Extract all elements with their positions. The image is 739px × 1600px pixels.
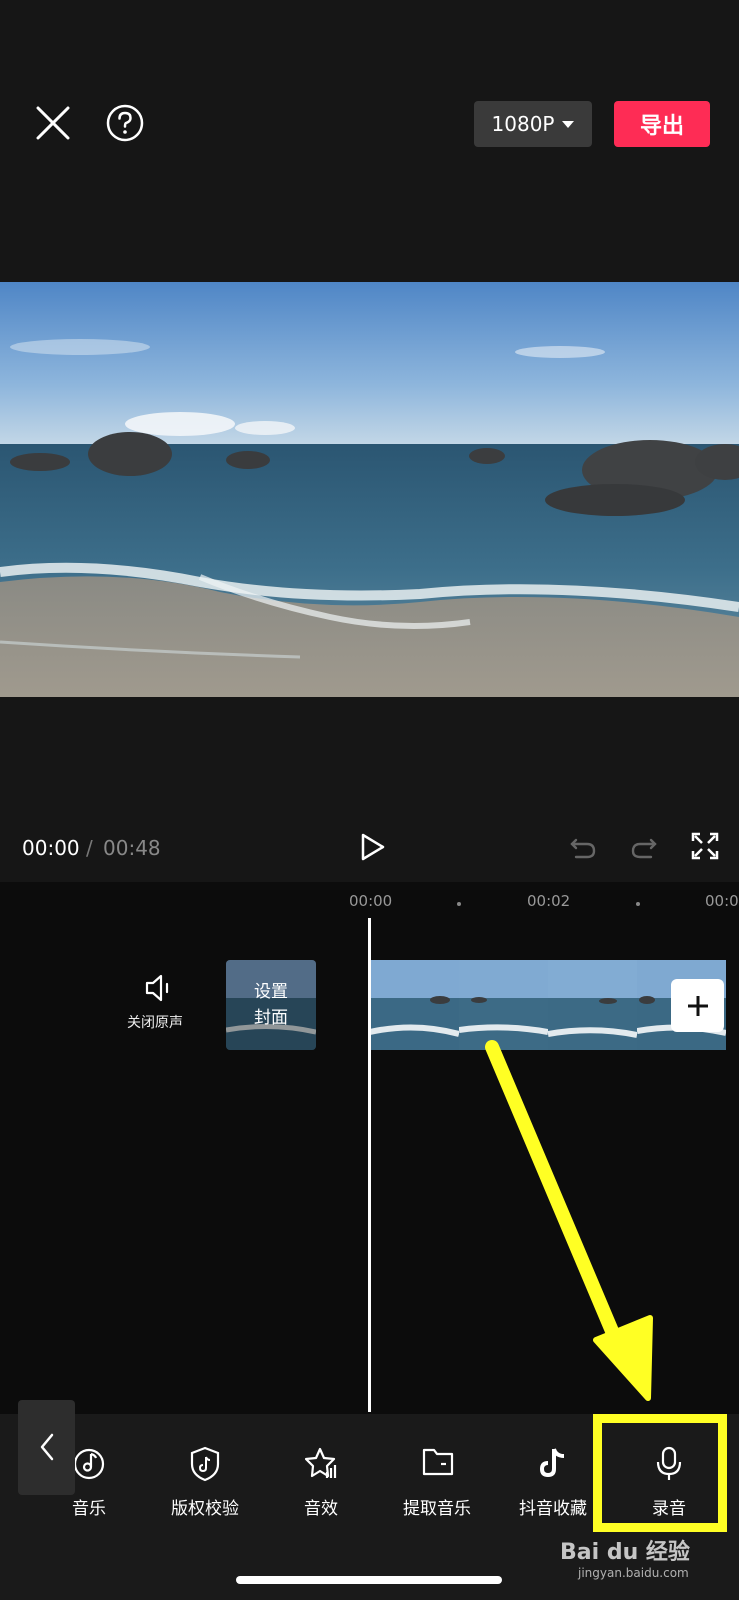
baidu-watermark: Bai du 经验 — [560, 1540, 690, 1565]
toolbar-item-sound-effects[interactable]: 音效 — [266, 1446, 376, 1526]
toolbar-item-label: 音乐 — [72, 1499, 106, 1519]
toolbar-item-label: 版权校验 — [171, 1499, 239, 1519]
annotation-arrow — [485, 1040, 653, 1401]
chevron-left-icon — [40, 1433, 54, 1461]
folder-icon — [422, 1448, 454, 1476]
toolbar-back-button[interactable] — [18, 1400, 75, 1495]
toolbar-item-copyright[interactable]: 版权校验 — [150, 1446, 260, 1526]
annotation-highlight-box — [593, 1414, 727, 1532]
toolbar-item-douyin-favorites[interactable]: 抖音收藏 — [498, 1446, 608, 1526]
music-note-icon — [73, 1448, 105, 1480]
star-sound-icon — [305, 1447, 337, 1478]
toolbar-item-label: 抖音收藏 — [519, 1499, 587, 1519]
toolbar-item-extract-music[interactable]: 提取音乐 — [382, 1446, 492, 1526]
shield-tiktok-icon — [190, 1446, 220, 1482]
toolbar-item-label: 提取音乐 — [403, 1499, 471, 1519]
toolbar-item-label: 音效 — [304, 1499, 338, 1519]
tiktok-icon — [539, 1448, 565, 1478]
baidu-watermark-url: jingyan.baidu.com — [578, 1566, 689, 1580]
home-indicator[interactable] — [236, 1576, 502, 1584]
